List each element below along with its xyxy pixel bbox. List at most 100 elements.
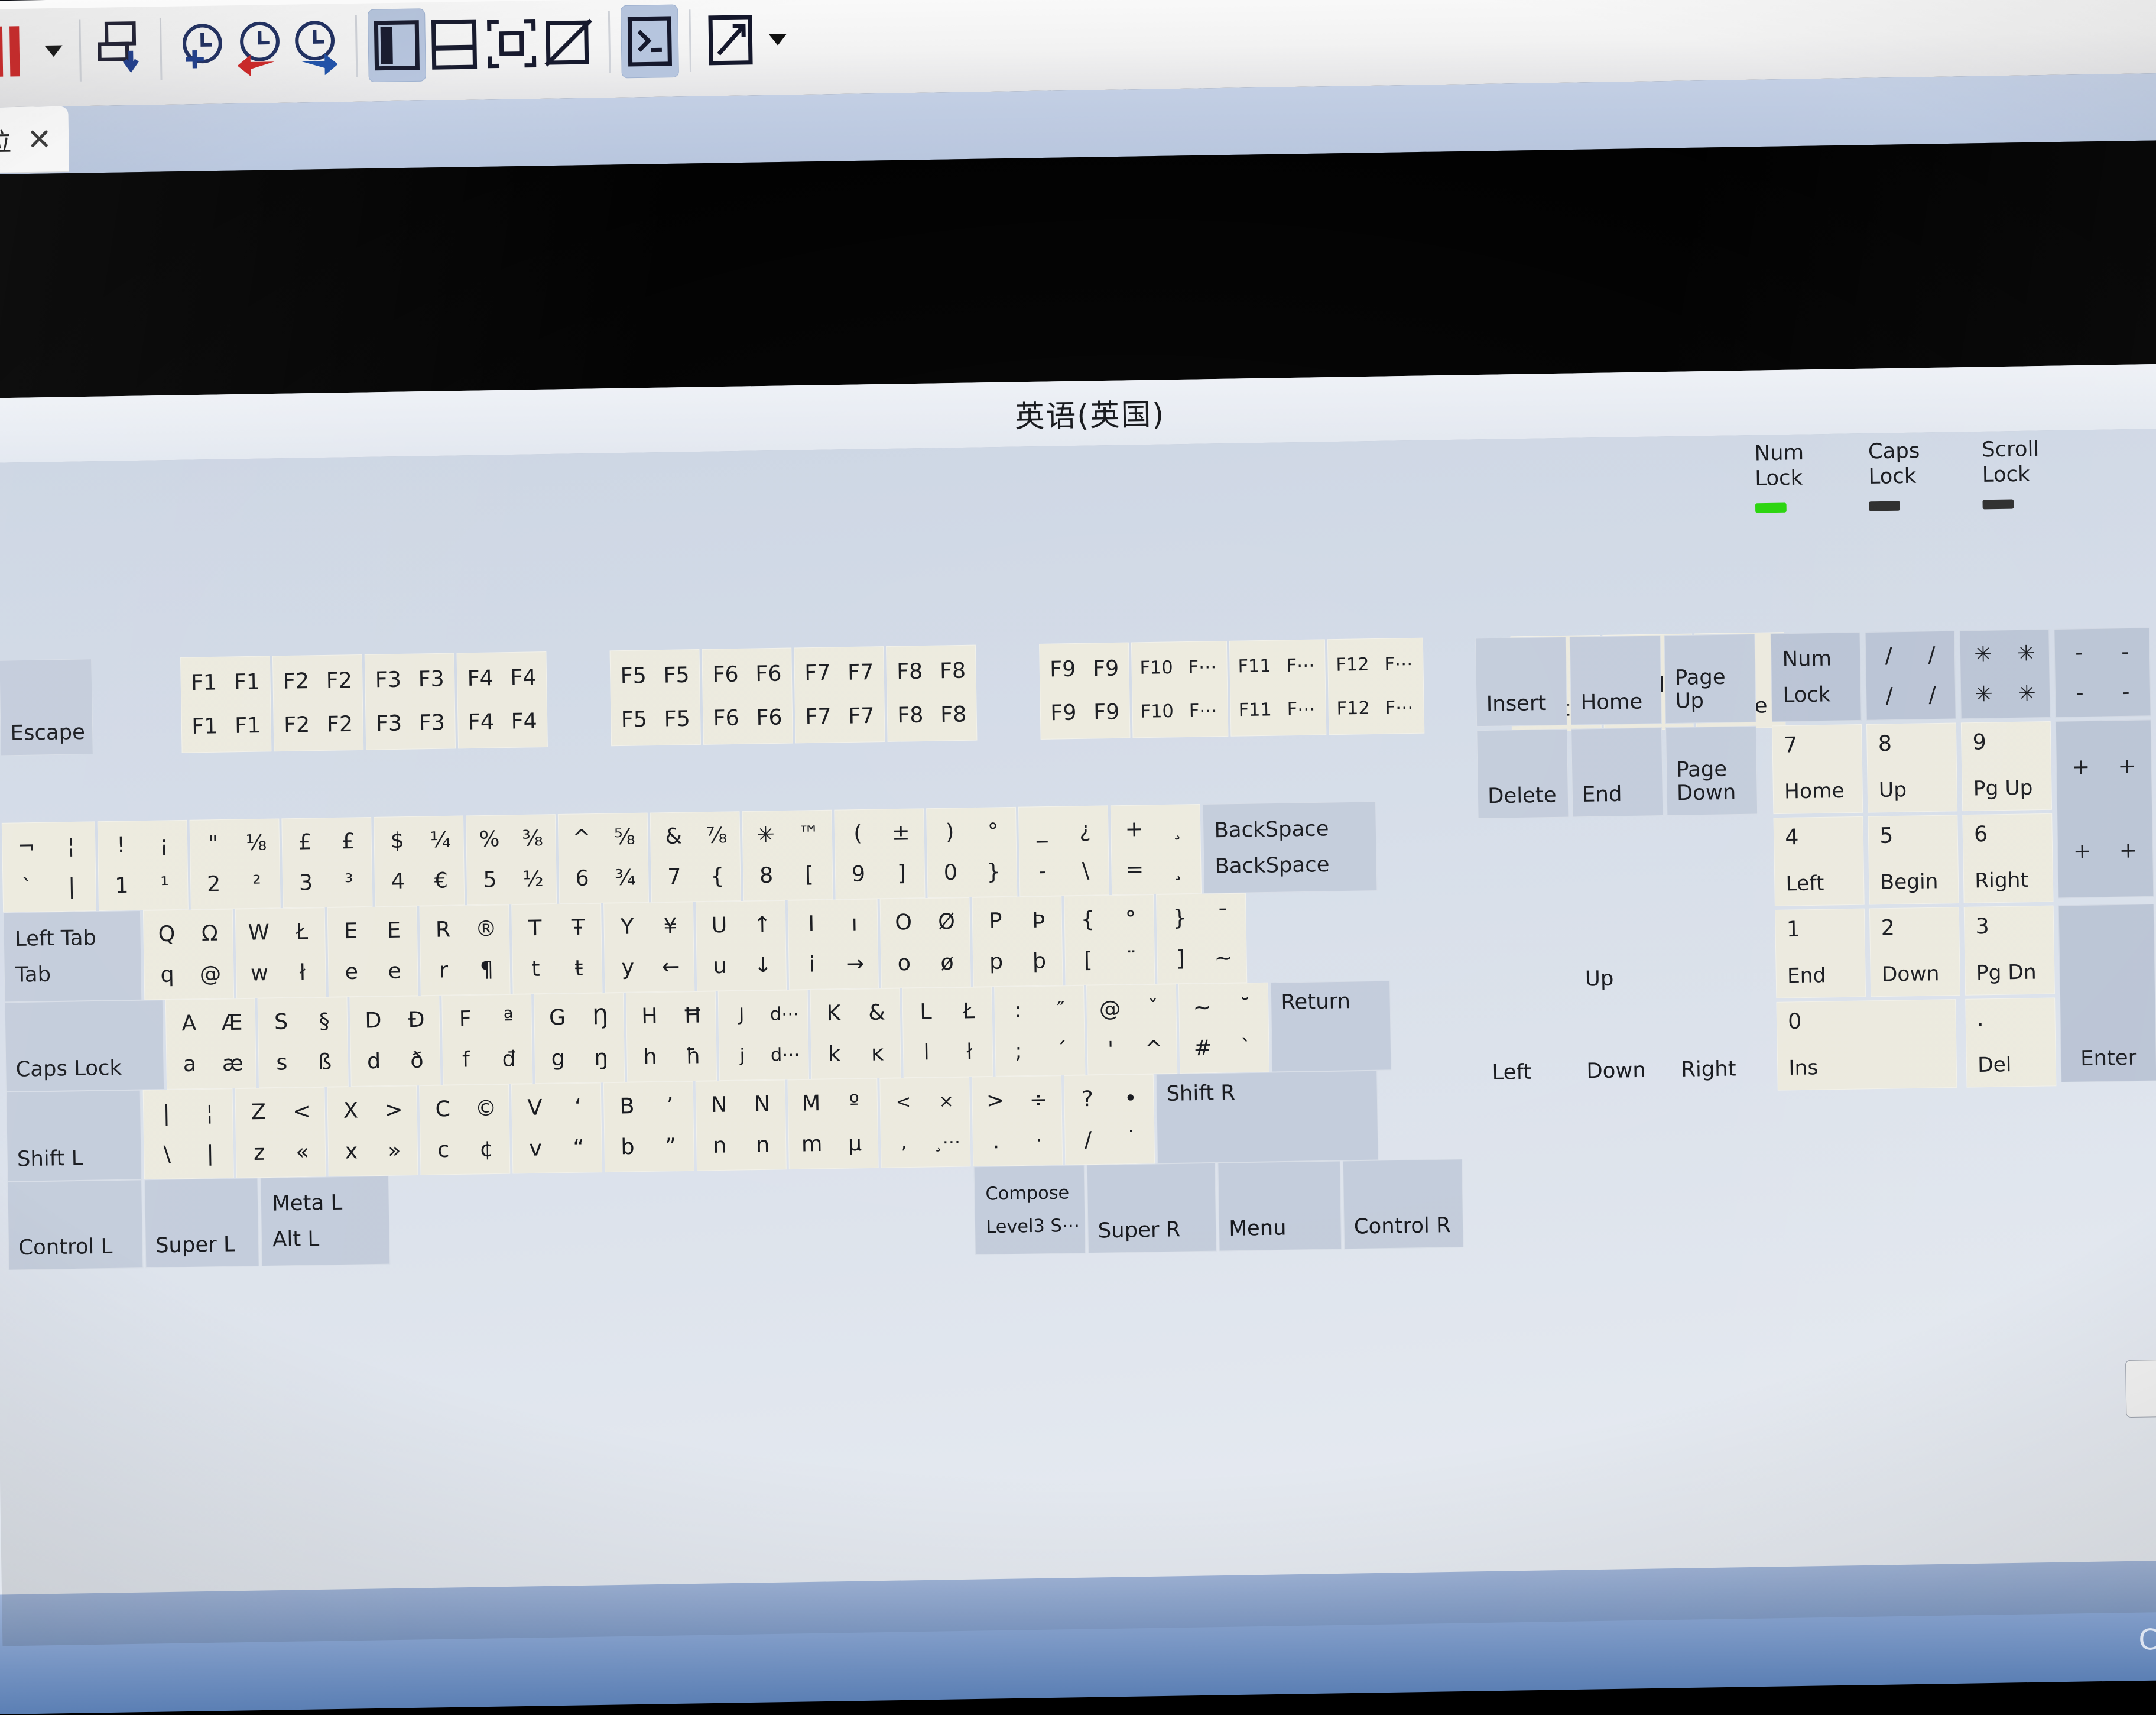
key-numpad-2[interactable]: 2 Down bbox=[1869, 907, 1961, 997]
view-fullscreen-button[interactable] bbox=[367, 8, 426, 83]
key-f8[interactable]: F8 F8 F8 F8 bbox=[886, 644, 978, 742]
key-digit7[interactable]: & ⅞ 7 { bbox=[650, 811, 741, 903]
key-shift-right[interactable]: Shift R bbox=[1155, 1070, 1379, 1164]
close-icon[interactable]: ✕ bbox=[27, 122, 52, 157]
key-control-right[interactable]: Control R bbox=[1342, 1159, 1464, 1250]
key-numpad-1[interactable]: 1 End bbox=[1775, 908, 1866, 998]
key-grave[interactable]: ¬ ¦ ` | bbox=[1, 821, 97, 913]
key-numpad-9[interactable]: 9 Pg Up bbox=[1960, 721, 2053, 812]
key-t[interactable]: T Ŧt ŧ bbox=[511, 903, 603, 994]
key-menu[interactable]: Menu bbox=[1217, 1160, 1342, 1252]
key-delete[interactable]: Delete bbox=[1476, 728, 1569, 819]
vm-tab[interactable]: 位 ✕ bbox=[0, 106, 70, 174]
key-f12[interactable]: F12 F⋯ F12 F⋯ bbox=[1327, 637, 1425, 735]
key-digit4[interactable]: $ ¼ 4 € bbox=[374, 815, 465, 907]
key-control-left[interactable]: Control L bbox=[7, 1179, 144, 1270]
key-f6[interactable]: F6 F6 F6 F6 bbox=[702, 647, 793, 745]
key-f4[interactable]: F4 F4 F4 F4 bbox=[456, 651, 548, 749]
key-arrow-left[interactable]: Left bbox=[1481, 1005, 1573, 1095]
key-n[interactable]: N Nn n bbox=[695, 1079, 787, 1171]
key-z[interactable]: Z < z « bbox=[235, 1087, 326, 1178]
key-f[interactable]: Fª f đ bbox=[441, 994, 533, 1085]
key-numpad-divide[interactable]: / / / / bbox=[1865, 630, 1956, 721]
key-s[interactable]: S § s ß bbox=[257, 997, 349, 1088]
key-i[interactable]: Iı i → bbox=[787, 899, 879, 990]
key-equal[interactable]: + ¸ = ¸ bbox=[1110, 803, 1202, 896]
key-numpad-5[interactable]: 5 Begin bbox=[1868, 815, 1959, 905]
key-numpad-decimal[interactable]: . Del bbox=[1965, 997, 2057, 1088]
key-o[interactable]: OØo ø bbox=[879, 897, 971, 989]
key-minus[interactable]: _ ¿ - \ bbox=[1018, 805, 1110, 897]
key-numpad-0[interactable]: 0 Ins bbox=[1776, 999, 1957, 1091]
key-digit1[interactable]: ! ¡ 1 ¹ bbox=[97, 819, 189, 912]
key-alt-left[interactable]: Meta L Alt L bbox=[260, 1175, 391, 1266]
resize-dropdown[interactable] bbox=[759, 2, 794, 76]
key-backslash[interactable]: | ¦ \ | bbox=[142, 1088, 234, 1180]
key-super-left[interactable]: Super L bbox=[144, 1178, 259, 1269]
snapshot-revert-button[interactable] bbox=[229, 11, 288, 85]
key-k[interactable]: K & k ĸ bbox=[810, 988, 901, 1079]
key-comma[interactable]: < ×, ¸⋯ bbox=[879, 1077, 971, 1168]
key-numpad-7[interactable]: 7 Home bbox=[1772, 724, 1863, 815]
key-shift-left[interactable]: Shift L bbox=[5, 1090, 142, 1182]
key-a[interactable]: AÆaæ bbox=[165, 998, 256, 1090]
key-numpad-subtract[interactable]: - - - - bbox=[2054, 627, 2151, 718]
key-f2[interactable]: F2 F2 F2 F2 bbox=[272, 654, 364, 752]
key-end[interactable]: End bbox=[1571, 727, 1664, 818]
key-numpad-enter[interactable]: Enter bbox=[2058, 903, 2156, 1083]
key-x[interactable]: X > x » bbox=[327, 1085, 418, 1177]
key-h[interactable]: HĦh ħ bbox=[625, 991, 717, 1082]
key-numpad-add[interactable]: + + + + bbox=[2055, 719, 2154, 899]
key-digit0[interactable]: ) ° 0} bbox=[926, 806, 1018, 899]
key-g[interactable]: G Ŋg ŋ bbox=[534, 992, 625, 1084]
key-m[interactable]: Mº mµ bbox=[787, 1078, 879, 1170]
pause-dropdown[interactable] bbox=[34, 14, 69, 87]
key-digit2[interactable]: " ⅛ 2 ² bbox=[189, 818, 281, 910]
key-digit8[interactable]: ✳ ™ 8 [ bbox=[742, 809, 833, 901]
key-y[interactable]: Y ¥ y ← bbox=[603, 902, 695, 993]
snapshot-restore-button[interactable] bbox=[172, 11, 230, 85]
key-return[interactable]: Return bbox=[1270, 980, 1392, 1072]
key-j[interactable]: Jd⋯ j d⋯ bbox=[717, 990, 809, 1081]
key-bracketleft[interactable]: {° [¨ bbox=[1064, 894, 1155, 986]
key-arrow-up[interactable]: Up bbox=[1574, 912, 1666, 1001]
view-fit-button[interactable] bbox=[482, 7, 541, 80]
key-page-up[interactable]: Page Up bbox=[1664, 633, 1756, 724]
key-v[interactable]: V ‘ v “ bbox=[511, 1082, 603, 1174]
key-e[interactable]: E Ee e bbox=[327, 906, 418, 997]
key-home[interactable]: Home bbox=[1569, 635, 1662, 725]
key-numbersign[interactable]: ~ ˘ # ` bbox=[1178, 982, 1270, 1074]
key-numpad-numlock[interactable]: Num Lock bbox=[1770, 632, 1862, 722]
key-page-down[interactable]: Page Down bbox=[1665, 725, 1758, 816]
key-apostrophe[interactable]: @ ˇ ' ^ bbox=[1086, 984, 1178, 1075]
key-u[interactable]: U ↑ u ↓ bbox=[695, 900, 787, 991]
key-c[interactable]: C © c ¢ bbox=[419, 1084, 511, 1175]
key-arrow-right[interactable]: Right bbox=[1670, 1002, 1762, 1092]
close-button[interactable]: 关闭 bbox=[2125, 1358, 2156, 1418]
pause-button[interactable] bbox=[0, 15, 35, 89]
key-insert[interactable]: Insert bbox=[1475, 636, 1567, 727]
key-numpad-4[interactable]: 4 Left bbox=[1773, 816, 1865, 906]
snapshot-apply-button[interactable] bbox=[287, 9, 345, 83]
key-f9[interactable]: F9 F9 F9 F9 bbox=[1039, 642, 1131, 740]
key-bracketright[interactable]: } ¯] ~ bbox=[1156, 893, 1248, 984]
key-digit3[interactable]: £ £3 ³ bbox=[281, 817, 373, 909]
view-split-button[interactable] bbox=[425, 8, 483, 82]
key-f3[interactable]: F3 F3 F3 F3 bbox=[364, 653, 456, 750]
key-r[interactable]: R ® r ¶ bbox=[419, 904, 511, 996]
key-tab[interactable]: Left Tab Tab bbox=[3, 910, 142, 1003]
key-numpad-multiply[interactable]: ✳ ✳ ✳ ✳ bbox=[1959, 629, 2051, 719]
key-f11[interactable]: F11 F⋯ F11 F⋯ bbox=[1229, 639, 1327, 737]
key-f7[interactable]: F7 F7 F7 F7 bbox=[794, 646, 885, 744]
key-semicolon[interactable]: : ″; ´ bbox=[994, 985, 1086, 1077]
key-b[interactable]: B ’ b ” bbox=[603, 1081, 694, 1173]
key-caps-lock[interactable]: Caps Lock bbox=[4, 1000, 165, 1092]
key-super-right[interactable]: Super R bbox=[1086, 1162, 1217, 1254]
key-digit9[interactable]: (±9] bbox=[834, 808, 926, 900]
key-w[interactable]: W Łw ł bbox=[235, 907, 326, 999]
key-numpad-8[interactable]: 8 Up bbox=[1866, 722, 1958, 813]
key-f5[interactable]: F5 F5 F5 F5 bbox=[609, 649, 701, 747]
key-l[interactable]: L Łl ł bbox=[902, 987, 993, 1078]
key-backspace[interactable]: BackSpace BackSpace bbox=[1202, 801, 1378, 894]
console-button[interactable] bbox=[620, 4, 679, 79]
